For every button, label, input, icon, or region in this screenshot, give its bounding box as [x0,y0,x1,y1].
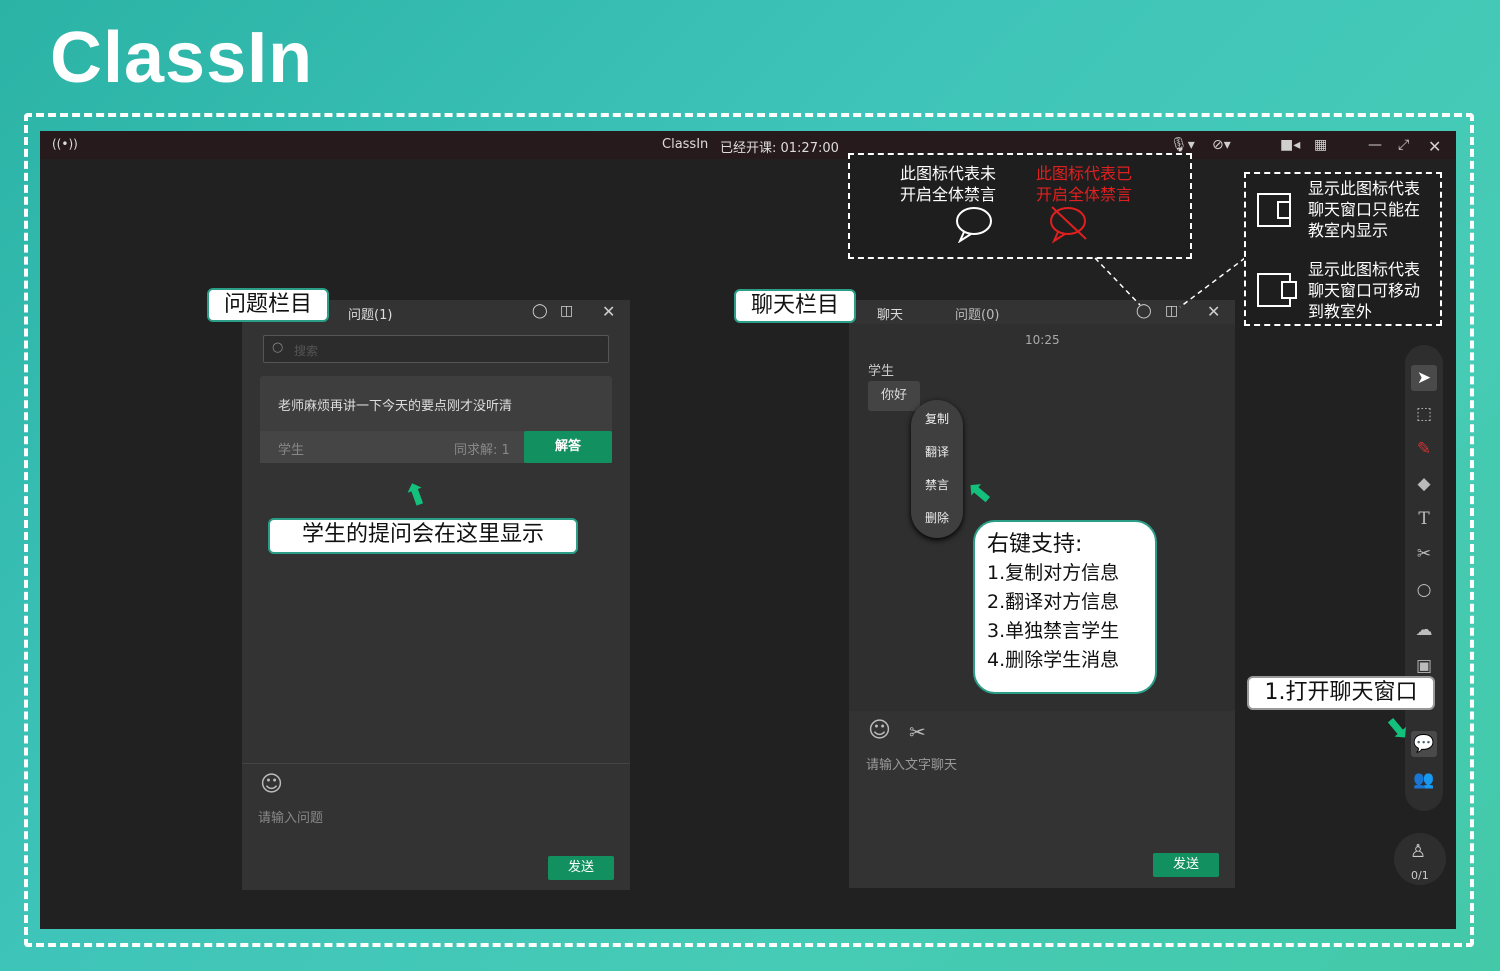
question-display-callout: 学生的提问会在这里显示 [268,518,578,554]
layout-grid-icon[interactable]: ▦ [1314,137,1327,153]
class-timer: 已经开课: 01:27:00 [720,141,839,156]
question-panel: 问题(1) ◯ ◫ ✕ ○ 搜索 老师麻烦再讲一下今天的要点刚才没听清 学生 同… [242,300,630,890]
mute-off-caption: 此图标代表未 开启全体禁言 [900,163,996,205]
right-click-item: 2.翻译对方信息 [987,591,1120,613]
eraser-icon[interactable]: ◆ [1411,471,1437,497]
right-click-title: 右键支持: [987,532,1083,557]
window-mode-icon[interactable]: ◫ [560,303,573,319]
answer-button[interactable]: 解答 [524,431,612,463]
send-chat-button[interactable]: 发送 [1153,853,1219,877]
question-asker: 学生 [278,443,305,458]
chat-bubble-icon [956,207,992,243]
window-inside-icon [1257,193,1291,227]
caption-line: 教室内显示 [1308,221,1389,240]
question-text: 老师麻烦再讲一下今天的要点刚才没听清 [278,399,513,414]
cloud-icon[interactable]: ☁ [1411,617,1437,643]
question-column-callout: 问题栏目 [207,288,329,322]
question-panel-title: 问题(1) [348,308,393,323]
chat-message-bubble[interactable]: 你好 [868,381,920,411]
pen-icon[interactable]: ✎ [1411,436,1437,462]
caption-line: 显示此图标代表 [1308,260,1421,279]
open-chat-callout: 1.打开聊天窗口 [1247,676,1435,710]
title-bar: ((•)) ClassIn 已经开课: 01:27:00 🎙▾ ⊘▾ ■◂ ▦ … [40,131,1456,159]
search-placeholder: 搜索 [294,344,319,358]
right-click-callout: 右键支持: 1.复制对方信息 2.翻译对方信息 3.单独禁言学生 4.删除学生消… [973,520,1157,694]
right-click-item: 3.单独禁言学生 [987,620,1120,642]
pointer-icon[interactable]: ➤ [1411,365,1437,391]
mute-on-caption: 此图标代表已 开启全体禁言 [1036,163,1132,205]
speaker-muted-icon[interactable]: ⊘▾ [1212,137,1231,153]
send-question-button[interactable]: 发送 [548,856,614,880]
question-input[interactable]: 请输入问题 [258,807,323,826]
select-area-icon[interactable]: ⬚ [1411,401,1437,427]
window-outside-caption: 显示此图标代表 聊天窗口可移动 到教室外 [1308,259,1420,322]
emoji-icon[interactable]: ☺ [260,772,283,797]
shape-tool-icon[interactable]: ○ [1411,577,1437,603]
mute-on-line: 此图标代表已 [1036,164,1133,183]
camera-icon[interactable]: ■◂ [1280,137,1300,153]
scissors-tool-icon[interactable]: ✂ [1411,541,1437,567]
seat-counter-widget[interactable]: ♙ 0/1 [1394,833,1446,885]
caption-line: 到教室外 [1308,302,1373,321]
context-menu-mute[interactable]: 禁言 [911,476,963,493]
tab-chat[interactable]: 聊天 [877,304,903,323]
classin-logo: ClassIn [50,18,314,98]
emoji-icon[interactable]: ☺ [868,718,891,743]
restore-icon[interactable]: ⤢ [1398,137,1409,153]
same-question-count: 同求解: 1 [454,443,510,458]
window-mode-explanation-box: 显示此图标代表 聊天窗口只能在 教室内显示 显示此图标代表 聊天窗口可移动 到教… [1244,172,1442,326]
context-menu: 复制 翻译 禁言 删除 [911,400,963,538]
scissors-icon[interactable]: ✂ [909,720,926,744]
question-meta-row: 学生 同求解: 1 解答 [260,431,612,463]
caption-line: 显示此图标代表 [1308,179,1421,198]
chat-column-callout: 聊天栏目 [734,289,856,323]
tab-questions[interactable]: 问题(0) [955,304,999,323]
connector-lines [1094,257,1246,308]
text-tool-icon[interactable]: T [1411,506,1437,532]
mute-on-line: 开启全体禁言 [1036,185,1133,204]
search-input[interactable]: ○ 搜索 [263,335,609,363]
mute-explanation-box: 此图标代表未 开启全体禁言 此图标代表已 开启全体禁言 [848,153,1192,259]
microphone-icon[interactable]: 🎙▾ [1170,137,1195,153]
caption-line: 聊天窗口可移动 [1308,281,1421,300]
mute-off-line: 开启全体禁言 [900,185,997,204]
right-click-item: 4.删除学生消息 [987,649,1120,671]
minimize-icon[interactable]: — [1368,137,1382,153]
mute-off-line: 此图标代表未 [900,164,997,183]
app-title: ClassIn [662,137,709,152]
close-icon[interactable]: ✕ [1428,137,1441,156]
search-icon: ○ [272,340,284,355]
members-icon[interactable]: 👥 [1411,767,1437,793]
right-click-item: 1.复制对方信息 [987,562,1120,584]
window-outside-icon [1257,273,1297,307]
message-sender: 学生 [868,364,895,379]
window-inside-caption: 显示此图标代表 聊天窗口只能在 教室内显示 [1308,178,1420,241]
seat-icon: ♙ [1410,841,1427,862]
chat-muted-icon [1050,206,1087,244]
context-menu-copy[interactable]: 复制 [911,410,963,427]
chat-input[interactable]: 请输入文字聊天 [866,754,957,773]
context-menu-translate[interactable]: 翻译 [911,443,963,460]
caption-line: 聊天窗口只能在 [1308,200,1421,219]
chat-bubble-icon[interactable]: ◯ [532,303,548,319]
seat-counter: 0/1 [1411,869,1429,882]
divider [242,763,630,764]
context-menu-delete[interactable]: 删除 [911,509,963,526]
broadcast-icon: ((•)) [52,137,78,151]
chat-timestamp: 10:25 [1025,333,1060,347]
question-card[interactable]: 老师麻烦再讲一下今天的要点刚才没听清 学生 同求解: 1 解答 [260,376,612,463]
close-panel-icon[interactable]: ✕ [602,302,615,321]
